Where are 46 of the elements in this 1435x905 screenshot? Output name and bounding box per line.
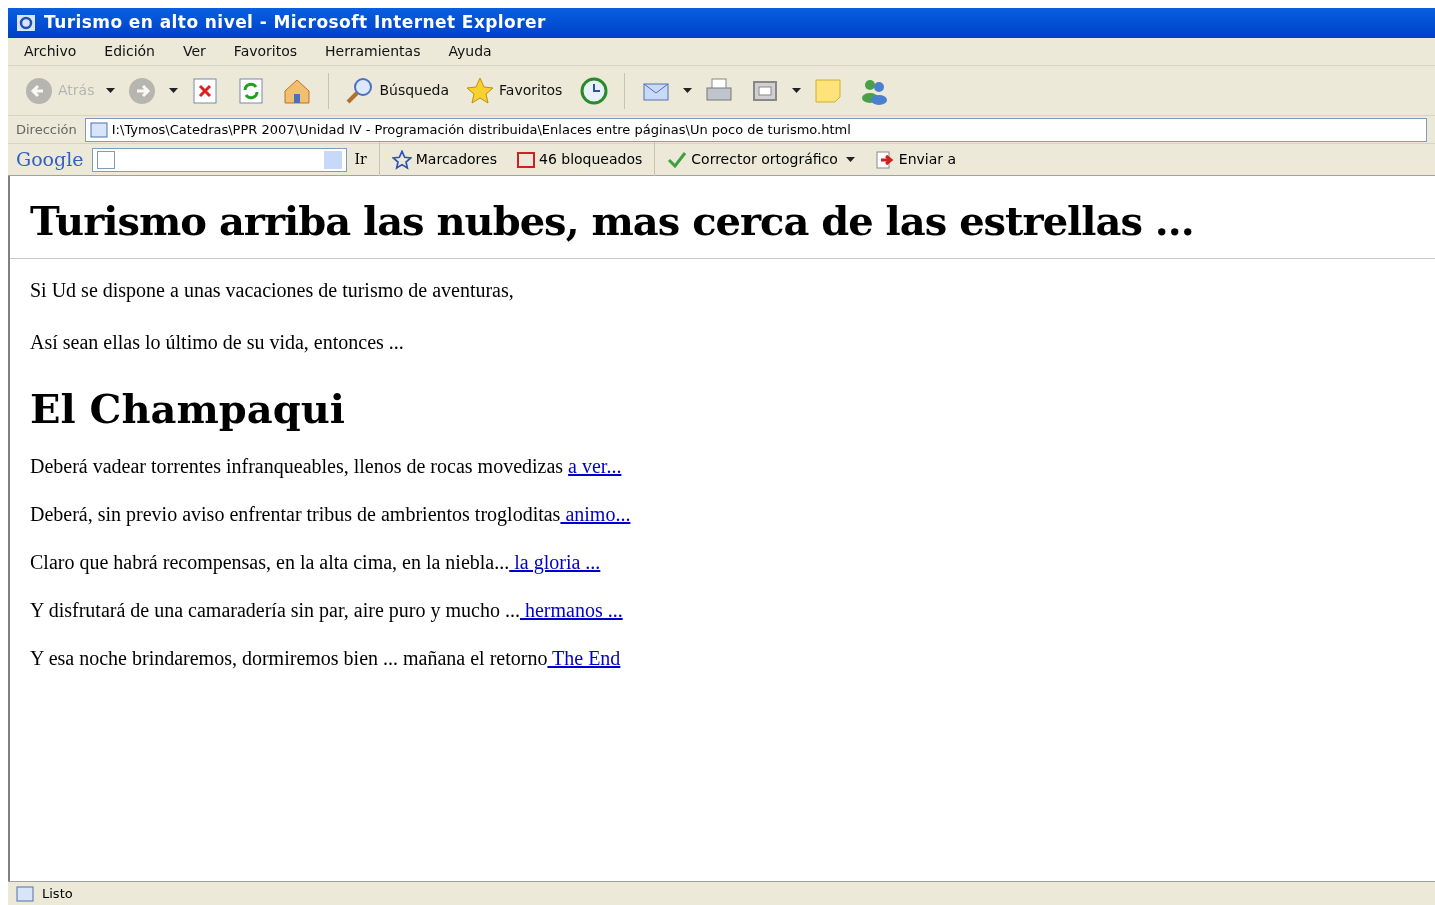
- arrow-page-icon: [874, 150, 895, 169]
- page-icon: [89, 121, 108, 138]
- caret-icon[interactable]: [845, 157, 855, 162]
- star-outline-icon: [391, 149, 412, 170]
- paragraph: Claro que habrá recompensas, en la alta cima, en la niebla...: [30, 550, 510, 576]
- menu-item[interactable]: Ver: [183, 41, 206, 62]
- menu-item[interactable]: Ayuda: [448, 41, 492, 62]
- caret-icon[interactable]: [169, 88, 179, 93]
- text-link[interactable]: The End: [547, 643, 621, 673]
- address-field[interactable]: I:\Tymos\Catedras\PPR 2007\Unidad IV - Programación distribuida\Enlaces entre páginas\Un poco de turismo.html: [84, 117, 1427, 142]
- check-mark-icon: [667, 150, 688, 169]
- search-field[interactable]: [91, 147, 347, 172]
- menu-item[interactable]: Favoritos: [233, 41, 298, 62]
- window-title: Turismo en alto nivel - Microsoft Internet Explorer: [44, 11, 546, 35]
- caret-icon[interactable]: [106, 88, 116, 93]
- blocked-window-icon: [517, 151, 535, 168]
- paragraph: Si Ud se dispone a unas vacaciones de turismo de aventuras,: [30, 278, 515, 304]
- caret-icon[interactable]: [792, 88, 802, 93]
- menu-item[interactable]: Edición: [104, 41, 155, 62]
- caret-icon[interactable]: [683, 88, 693, 93]
- page-heading: Turismo arriba las nubes, mas cerca de las estrellas ...: [30, 196, 1195, 246]
- spellcheck-button[interactable]: Corrector ortográfico: [667, 149, 838, 170]
- bookmarks-button[interactable]: Marcadores: [391, 149, 497, 170]
- paragraph: Y disfrutará de una camaradería sin par, aire puro y mucho ...: [30, 598, 520, 624]
- status-text: Listo: [42, 884, 73, 903]
- star-icon: [465, 75, 496, 106]
- paragraph: Y esa noche brindaremos, dormiremos bien ... mañana el retorno: [30, 646, 548, 671]
- text-link[interactable]: animo...: [560, 499, 631, 529]
- address-label: Dirección: [16, 120, 77, 139]
- menu-item[interactable]: Herramientas: [325, 41, 421, 62]
- popup-blocker-button[interactable]: 46 bloqueados: [517, 149, 643, 170]
- search-button[interactable]: Búsqueda: [341, 75, 454, 106]
- send-to-button[interactable]: Enviar a: [874, 149, 957, 170]
- google-logo: Google: [16, 147, 84, 173]
- page-icon: [16, 885, 34, 902]
- section-heading: El Champaqui: [30, 384, 346, 434]
- text-link[interactable]: a ver...: [568, 451, 622, 481]
- paragraph: Así sean ellas lo último de su vida, entonces ...: [30, 330, 405, 355]
- paragraph: Deberá, sin previo aviso enfrentar tribus de ambrientos trogloditas: [30, 502, 561, 528]
- paragraph: Deberá vadear torrentes infranqueables, llenos de rocas movedizas: [30, 454, 565, 480]
- menu-item[interactable]: Archivo: [24, 41, 77, 62]
- text-link[interactable]: hermanos ...: [519, 595, 623, 625]
- go-button[interactable]: Ir: [354, 149, 367, 170]
- favorites-button[interactable]: Favoritos: [461, 75, 567, 106]
- browser-logo-icon: [16, 14, 36, 32]
- text-link[interactable]: la gloria ...: [509, 547, 601, 577]
